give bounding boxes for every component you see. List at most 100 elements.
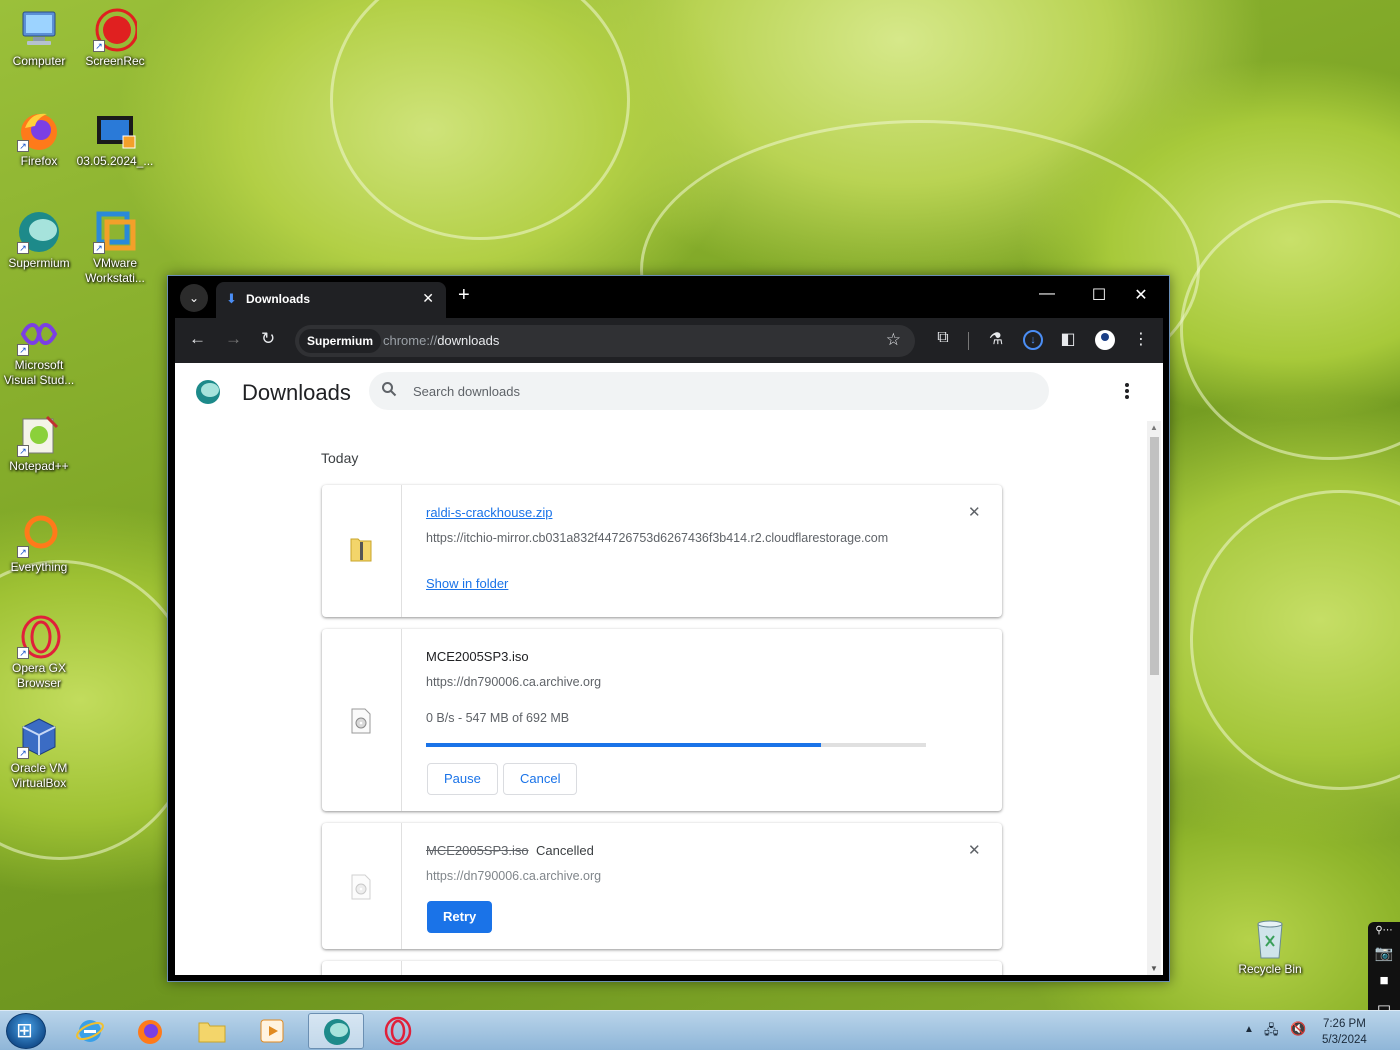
shortcut-arrow-icon: ↗: [93, 40, 105, 52]
pause-button[interactable]: Pause: [427, 763, 498, 795]
labs-flask-icon[interactable]: ⚗: [985, 329, 1007, 349]
widget-menu-icon[interactable]: ⚲⋯: [1368, 922, 1400, 940]
opera-gx-icon: ↗: [17, 615, 61, 659]
firefox-icon: ↗: [17, 108, 61, 152]
supermium-icon: [324, 1019, 350, 1045]
system-clock[interactable]: 7:26 PM 5/3/2024: [1322, 1016, 1367, 1048]
taskbar-file-explorer[interactable]: [184, 1013, 240, 1049]
maximize-icon[interactable]: ☐: [1084, 285, 1114, 305]
screenrec-icon: ↗: [93, 8, 139, 52]
download-source-url: https://itchio-mirror.cb031a832f44726753…: [426, 531, 889, 545]
taskbar-opera-gx[interactable]: [370, 1013, 426, 1049]
media-player-icon: [260, 1019, 284, 1043]
desktop-icon-video-file[interactable]: 03.05.2024_...: [76, 108, 154, 169]
remove-item-close-icon[interactable]: ✕: [968, 503, 981, 521]
address-bar[interactable]: Supermium chrome://downloads ☆: [295, 325, 915, 357]
desktop-icon-firefox[interactable]: ↗ Firefox: [0, 108, 78, 169]
side-panel-icon[interactable]: ◧: [1057, 329, 1079, 349]
taskbar-supermium[interactable]: [308, 1013, 364, 1049]
site-chip[interactable]: Supermium: [299, 329, 382, 353]
page-scrollbar[interactable]: ▲ ▼: [1147, 421, 1161, 975]
file-icon-column: [322, 629, 402, 811]
scroll-down-arrow-icon[interactable]: ▼: [1150, 964, 1158, 973]
taskbar-media-player[interactable]: [244, 1013, 300, 1049]
file-icon-column: [322, 485, 402, 617]
bookmark-star-icon[interactable]: ☆: [886, 330, 901, 350]
desktop-icon-visual-studio[interactable]: ↗ Microsoft Visual Stud...: [0, 312, 78, 388]
reload-icon[interactable]: ↻: [261, 329, 275, 349]
tray-expand-arrow-icon[interactable]: ▲: [1244, 1024, 1254, 1035]
desktop-icon-screenrec[interactable]: ↗ ScreenRec: [76, 8, 154, 69]
scrollbar-thumb[interactable]: [1150, 437, 1159, 675]
page-menu-kebab-icon[interactable]: [1125, 383, 1131, 401]
clock-time: 7:26 PM: [1322, 1018, 1366, 1030]
download-filename: MCE2005SP3.iso: [426, 649, 529, 664]
retry-button[interactable]: Retry: [427, 901, 493, 933]
downloads-toolbar-icon[interactable]: ↓: [1023, 330, 1043, 350]
camera-icon[interactable]: 📷: [1368, 940, 1400, 967]
close-window-icon[interactable]: ✕: [1126, 285, 1156, 305]
browser-menu-kebab-icon[interactable]: ⋮: [1130, 329, 1152, 349]
shortcut-arrow-icon: ↗: [17, 747, 29, 759]
tab-close-icon[interactable]: ✕: [422, 290, 434, 307]
cancel-button[interactable]: Cancel: [503, 763, 578, 795]
shortcut-arrow-icon: ↗: [93, 242, 105, 254]
desktop-icon-everything[interactable]: ↗ Everything: [0, 514, 78, 575]
search-input[interactable]: [413, 381, 1013, 401]
file-icon-column: [322, 823, 402, 949]
taskbar: ▲ 🖧 🔇 7:26 PM 5/3/2024: [0, 1010, 1400, 1050]
extensions-puzzle-icon[interactable]: ⧉: [932, 329, 954, 347]
desktop-icon-computer[interactable]: Computer: [0, 8, 78, 69]
show-in-folder-link[interactable]: Show in folder: [426, 576, 508, 591]
url-host: downloads: [437, 333, 500, 348]
desktop-icon-supermium[interactable]: ↗ Supermium: [0, 210, 78, 271]
download-filename-cancelled: MCE2005SP3.iso: [426, 843, 529, 858]
download-arrow-icon: ⬇: [226, 291, 237, 306]
remove-item-close-icon[interactable]: ✕: [968, 841, 981, 859]
desktop-icon-notepadpp[interactable]: ↗ Notepad++: [0, 413, 78, 474]
new-tab-plus-icon[interactable]: +: [458, 285, 470, 305]
vmware-icon: ↗: [93, 210, 137, 254]
back-arrow-icon[interactable]: ←: [189, 329, 206, 349]
recycle-bin-icon: [1248, 916, 1292, 960]
title-bar: ⌄ ⬇ Downloads ✕ + — ☐ ✕: [168, 276, 1169, 318]
date-section-label: Today: [321, 450, 359, 466]
taskbar-firefox[interactable]: [122, 1013, 178, 1049]
shortcut-arrow-icon: ↗: [17, 344, 29, 356]
download-item: raldi-s-crackhouse.zip https://itchio-mi…: [322, 485, 1002, 617]
download-item: [322, 961, 1002, 975]
download-filename-link[interactable]: raldi-s-crackhouse.zip: [426, 505, 552, 520]
start-button-windows-icon[interactable]: [6, 1013, 46, 1049]
desktop-icon-recycle-bin[interactable]: Recycle Bin: [1231, 916, 1309, 977]
profile-avatar-icon[interactable]: [1095, 330, 1115, 350]
shortcut-arrow-icon: ↗: [17, 140, 29, 152]
disc-image-file-icon: [351, 874, 371, 900]
notepadpp-icon: ↗: [17, 413, 61, 457]
search-box[interactable]: [369, 372, 1049, 410]
download-progress-bar: [426, 743, 926, 747]
minimize-icon[interactable]: —: [1032, 285, 1062, 303]
shortcut-arrow-icon: ↗: [17, 647, 29, 659]
firefox-icon: [138, 1020, 162, 1044]
taskbar-internet-explorer[interactable]: [62, 1013, 118, 1049]
forward-arrow-icon[interactable]: →: [225, 329, 242, 349]
wallpaper-leaf-edge: [330, 0, 630, 240]
download-status-label: Cancelled: [536, 843, 594, 858]
url-scheme: chrome://: [383, 333, 438, 348]
video-camera-icon[interactable]: ■: [1368, 967, 1400, 994]
computer-icon: [17, 8, 61, 52]
toolbar-separator: [968, 332, 969, 350]
virtualbox-icon: ↗: [17, 715, 61, 759]
network-icon[interactable]: 🖧: [1264, 1021, 1279, 1043]
tab-search-chevron-icon[interactable]: ⌄: [180, 284, 208, 312]
tab-downloads[interactable]: ⬇ Downloads ✕: [216, 282, 446, 318]
internet-explorer-icon: [76, 1020, 104, 1042]
desktop-icon-vmware[interactable]: ↗ VMware Workstati...: [76, 210, 154, 286]
scroll-up-arrow-icon[interactable]: ▲: [1150, 423, 1158, 432]
volume-muted-icon[interactable]: 🔇: [1290, 1021, 1306, 1037]
downloads-page: Downloads Today raldi-s-crackhouse.zip h…: [175, 363, 1163, 975]
desktop-icon-opera-gx[interactable]: ↗ Opera GX Browser: [0, 615, 78, 691]
supermium-icon: ↗: [17, 210, 61, 254]
folder-icon: [198, 1022, 226, 1043]
desktop-icon-virtualbox[interactable]: ↗ Oracle VM VirtualBox: [0, 715, 78, 791]
